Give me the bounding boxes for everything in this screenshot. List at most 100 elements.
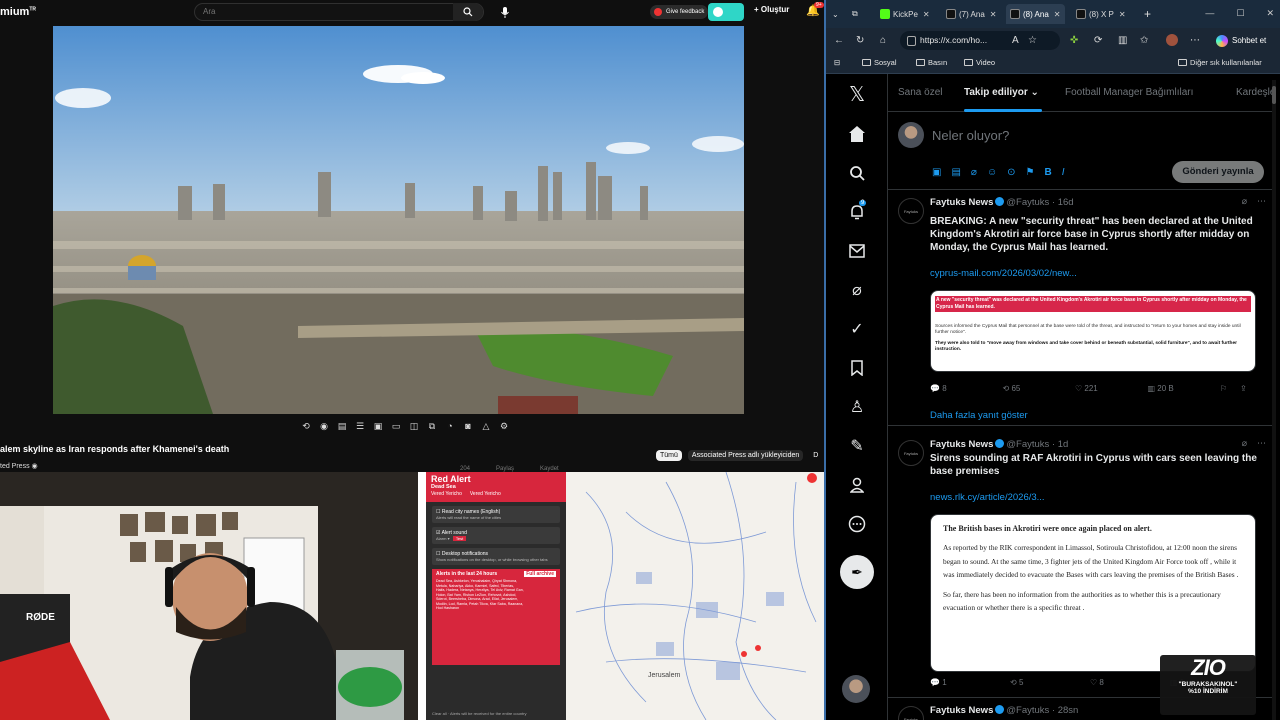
channel-name[interactable]: ted Press ◉ xyxy=(0,462,38,470)
profile-icon[interactable] xyxy=(845,473,869,497)
other-bookmarks[interactable]: Diğer sık kullanılanlar xyxy=(1178,58,1262,67)
tweet-author[interactable]: Faytuks News xyxy=(930,705,993,716)
search-icon[interactable] xyxy=(453,3,483,21)
lists-icon[interactable]: ✎ xyxy=(845,434,869,458)
audio-icon[interactable]: ◉ xyxy=(318,420,330,432)
create-button[interactable]: + Oluştur xyxy=(754,5,789,14)
screenshot-icon[interactable]: ◙ xyxy=(462,420,474,432)
notifications-icon[interactable]: 9 xyxy=(845,200,869,224)
browser-tab[interactable]: (7) Ana ✕ xyxy=(942,4,1001,24)
extension-toggle[interactable] xyxy=(708,3,744,21)
tweet-author[interactable]: Faytuks News xyxy=(930,439,993,450)
favorite-star-icon[interactable]: ☆ xyxy=(1028,35,1037,46)
back-icon[interactable]: ← xyxy=(834,35,844,46)
give-feedback-button[interactable]: Give feedback xyxy=(650,5,709,19)
x-logo-icon[interactable]: 𝕏 xyxy=(845,82,869,106)
compose-input[interactable]: Neler oluyor? xyxy=(932,128,1009,143)
tweet-author[interactable]: Faytuks News xyxy=(930,197,993,208)
schedule-icon[interactable]: ⚑ xyxy=(1026,167,1035,178)
list-icon[interactable]: ☰ xyxy=(354,420,366,432)
tweet-handle[interactable]: @Faytuks · 16d xyxy=(1006,197,1073,208)
tweet-avatar[interactable]: Faytuks xyxy=(898,440,924,466)
home-icon[interactable]: ⌂ xyxy=(880,35,886,46)
mic-icon[interactable] xyxy=(496,4,514,20)
alert-map[interactable]: Jerusalem xyxy=(566,472,824,720)
full-archive-link[interactable]: Full archive xyxy=(524,571,556,577)
italic-icon[interactable]: I xyxy=(1062,167,1065,178)
tweet-link[interactable]: cyprus-mail.com/2026/03/02/new... xyxy=(930,268,1077,279)
messages-icon[interactable] xyxy=(845,239,869,263)
alert-sound-setting[interactable]: ☑ Alert sound Alarm ▾ Test xyxy=(432,527,560,544)
split-screen-icon[interactable]: ▥ xyxy=(1118,35,1127,46)
bookmarks-icon[interactable] xyxy=(845,356,869,380)
views-count[interactable]: ▥ 20 B xyxy=(1148,384,1221,393)
bookmark-folder[interactable]: Video xyxy=(964,58,995,67)
tab-list-brothers[interactable]: Kardeşler xyxy=(1236,87,1274,98)
media-icon[interactable]: ▣ xyxy=(932,167,941,178)
bold-icon[interactable]: B xyxy=(1045,167,1052,178)
refresh-icon[interactable]: ↻ xyxy=(856,35,864,46)
grok-icon[interactable]: ⌀ xyxy=(971,167,977,178)
favorites-icon[interactable]: ✩ xyxy=(1140,35,1148,46)
maximize-icon[interactable]: ☐ xyxy=(1236,8,1244,19)
tab-list-fm[interactable]: Football Manager Bağımlıları xyxy=(1065,87,1193,98)
jobs-icon[interactable]: ♙ xyxy=(845,395,869,419)
show-more-replies[interactable]: Daha fazla yanıt göster xyxy=(930,410,1028,421)
communities-icon[interactable]: ✓ xyxy=(845,317,869,341)
chip-all[interactable]: Tümü xyxy=(656,450,682,461)
bookmark-icon[interactable]: ⚐ xyxy=(1220,384,1240,393)
tab-actions-icon[interactable]: ⌄ xyxy=(828,4,843,24)
clear-all-button[interactable]: Clear all xyxy=(432,711,447,716)
share-icon[interactable]: ⇪ xyxy=(1240,384,1250,393)
location-icon[interactable]: ⊙ xyxy=(1007,167,1015,178)
theater-icon[interactable]: ▭ xyxy=(390,420,402,432)
tweet-media-card[interactable]: The British bases in Akrotiri were once … xyxy=(930,514,1256,672)
more-options-icon[interactable] xyxy=(845,512,869,536)
close-tab-icon[interactable]: ✕ xyxy=(990,10,997,19)
read-city-names-setting[interactable]: ☐ Read city names (English) Alerts will … xyxy=(432,506,560,523)
tweet-avatar[interactable]: Faytuks xyxy=(898,706,924,720)
scrollbar-thumb[interactable] xyxy=(1272,86,1276,104)
chip-uploader[interactable]: Associated Press adlı yükleyiciden xyxy=(687,450,804,461)
like-button[interactable]: ♡ 221 xyxy=(1075,384,1148,393)
copilot-chat-button[interactable]: Sohbet et xyxy=(1216,31,1266,50)
extension-icon[interactable]: ✜ xyxy=(1070,35,1078,46)
sound-select[interactable]: Alarm xyxy=(436,536,446,541)
more-menu-icon[interactable]: ⋯ xyxy=(1190,35,1200,46)
reading-list-icon[interactable]: ⊟ xyxy=(834,58,840,67)
browser-tab[interactable]: (8) X P ✕ xyxy=(1072,4,1130,24)
chip-more[interactable]: D xyxy=(809,450,822,461)
cast-icon[interactable]: △ xyxy=(480,420,492,432)
post-button[interactable]: Gönderi yayınla xyxy=(1172,161,1264,183)
close-tab-icon[interactable]: ✕ xyxy=(1119,10,1126,19)
tweet[interactable]: Faytuks Faytuks News @Faytuks · 16d ⌀ ⋯ BR… xyxy=(888,190,1274,426)
emoji-icon[interactable]: ☺ xyxy=(987,167,997,178)
pip-icon[interactable]: ◫ xyxy=(408,420,420,432)
desktop-notifications-setting[interactable]: ☐ Desktop notifications Show notificatio… xyxy=(432,548,560,565)
home-icon[interactable] xyxy=(845,122,869,146)
read-aloud-icon[interactable]: A xyxy=(1012,35,1019,46)
tab-for-you[interactable]: Sana özel xyxy=(898,87,942,98)
sync-icon[interactable]: ⟳ xyxy=(1094,35,1102,46)
speed-icon[interactable]: ◔ xyxy=(444,420,456,432)
reply-button[interactable]: 💬 1 xyxy=(930,678,1010,687)
tweet-media-card[interactable]: A new "security threat" was declared at … xyxy=(930,290,1256,372)
gif-icon[interactable]: ▤ xyxy=(951,167,960,178)
user-avatar[interactable] xyxy=(898,122,924,148)
reply-button[interactable]: 💬 8 xyxy=(930,384,1003,393)
grok-icon[interactable]: ⌀ xyxy=(845,278,869,302)
more-icon[interactable]: ⋯ xyxy=(1257,196,1266,207)
grok-explain-icon[interactable]: ⌀ xyxy=(1242,438,1247,449)
queue-icon[interactable]: ▤ xyxy=(336,420,348,432)
grok-explain-icon[interactable]: ⌀ xyxy=(1242,196,1247,207)
clip-icon[interactable]: ▣ xyxy=(372,420,384,432)
browser-tab[interactable]: KickPe ✕ xyxy=(876,4,934,24)
explore-search-icon[interactable] xyxy=(845,161,869,185)
more-icon[interactable]: ⋯ xyxy=(1257,438,1266,449)
search-input[interactable] xyxy=(203,7,443,16)
profile-avatar[interactable] xyxy=(1166,34,1178,46)
close-tab-icon[interactable]: ✕ xyxy=(1054,10,1061,19)
browser-tab-active[interactable]: (8) Ana ✕ xyxy=(1006,4,1065,24)
loop-icon[interactable]: ⟲ xyxy=(300,420,312,432)
scrollbar[interactable] xyxy=(1272,80,1276,720)
